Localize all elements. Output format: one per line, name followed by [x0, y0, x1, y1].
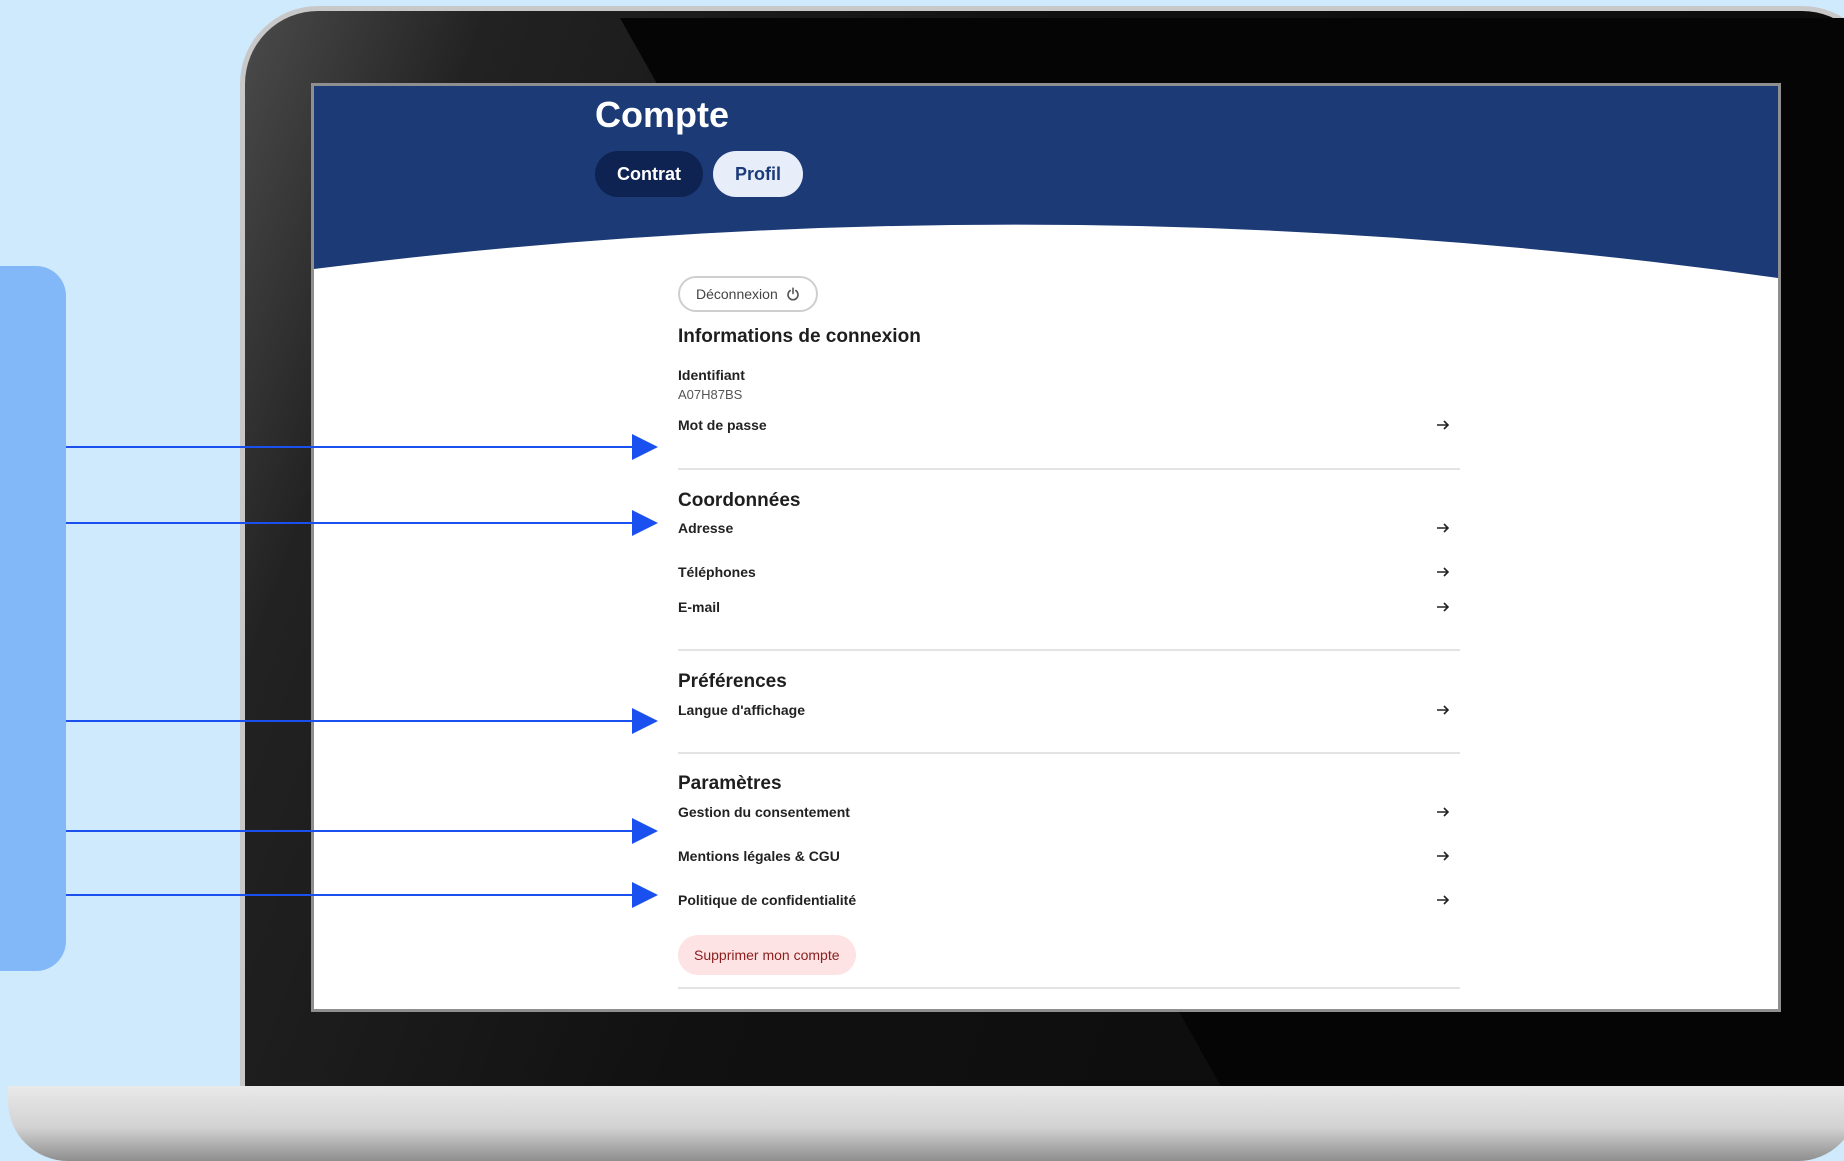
row-privacy-policy-label: Politique de confidentialité — [678, 892, 857, 908]
tab-bar: Contrat Profil — [595, 151, 804, 197]
delete-account-button[interactable]: Supprimer mon compte — [678, 935, 856, 975]
row-password[interactable]: Mot de passe — [678, 408, 1460, 442]
callout-arrow-contact — [66, 510, 658, 536]
row-privacy-policy[interactable]: Politique de confidentialité — [678, 883, 1460, 917]
divider — [678, 752, 1460, 754]
arrow-right-icon — [1437, 602, 1450, 612]
power-icon — [786, 287, 799, 301]
arrow-right-icon — [1437, 567, 1450, 577]
row-email-label: E-mail — [678, 599, 721, 615]
identifier-label: Identifiant — [678, 367, 745, 383]
divider — [678, 649, 1460, 651]
logout-label: Déconnexion — [696, 286, 778, 302]
divider — [678, 987, 1460, 989]
arrow-right-icon — [1437, 420, 1450, 430]
row-legal-notices[interactable]: Mentions légales & CGU — [678, 839, 1460, 873]
section-title-settings: Paramètres — [678, 773, 782, 794]
side-callout-panel — [0, 266, 66, 971]
page-title: Compte — [595, 94, 729, 135]
row-display-language-label: Langue d'affichage — [678, 702, 806, 718]
callout-arrow-password — [66, 434, 658, 460]
section-title-login-info: Informations de connexion — [678, 326, 921, 347]
section-title-contact: Coordonnées — [678, 490, 801, 511]
row-password-label: Mot de passe — [678, 417, 767, 433]
arrow-right-icon — [1437, 851, 1450, 861]
tab-profil[interactable]: Profil — [713, 151, 804, 197]
section-title-preferences: Préférences — [678, 671, 787, 692]
row-phones-label: Téléphones — [678, 564, 756, 580]
row-consent-management-label: Gestion du consentement — [678, 804, 850, 820]
arrow-right-icon — [1437, 705, 1450, 715]
row-address-label: Adresse — [678, 520, 734, 536]
header-banner — [314, 86, 1778, 278]
arrow-right-icon — [1437, 523, 1450, 533]
row-legal-notices-label: Mentions légales & CGU — [678, 848, 840, 864]
laptop-base — [8, 1086, 1844, 1161]
divider — [678, 468, 1460, 470]
callout-arrow-language — [66, 708, 658, 734]
arrow-right-icon — [1437, 895, 1450, 905]
logout-button[interactable]: Déconnexion — [678, 276, 818, 312]
row-display-language[interactable]: Langue d'affichage — [678, 693, 1460, 727]
row-address[interactable]: Adresse — [678, 511, 1460, 545]
arrow-right-icon — [1437, 807, 1450, 817]
app-screen: Compte Contrat Profil Déconnexion Inform… — [311, 83, 1781, 1012]
tab-contrat[interactable]: Contrat — [595, 151, 703, 197]
identifier-value: A07H87BS — [678, 387, 743, 402]
row-phones[interactable]: Téléphones — [678, 555, 1460, 589]
row-email[interactable]: E-mail — [678, 590, 1460, 624]
row-consent-management[interactable]: Gestion du consentement — [678, 795, 1460, 829]
callout-arrow-consent — [66, 818, 658, 844]
callout-arrow-legal — [66, 882, 658, 908]
